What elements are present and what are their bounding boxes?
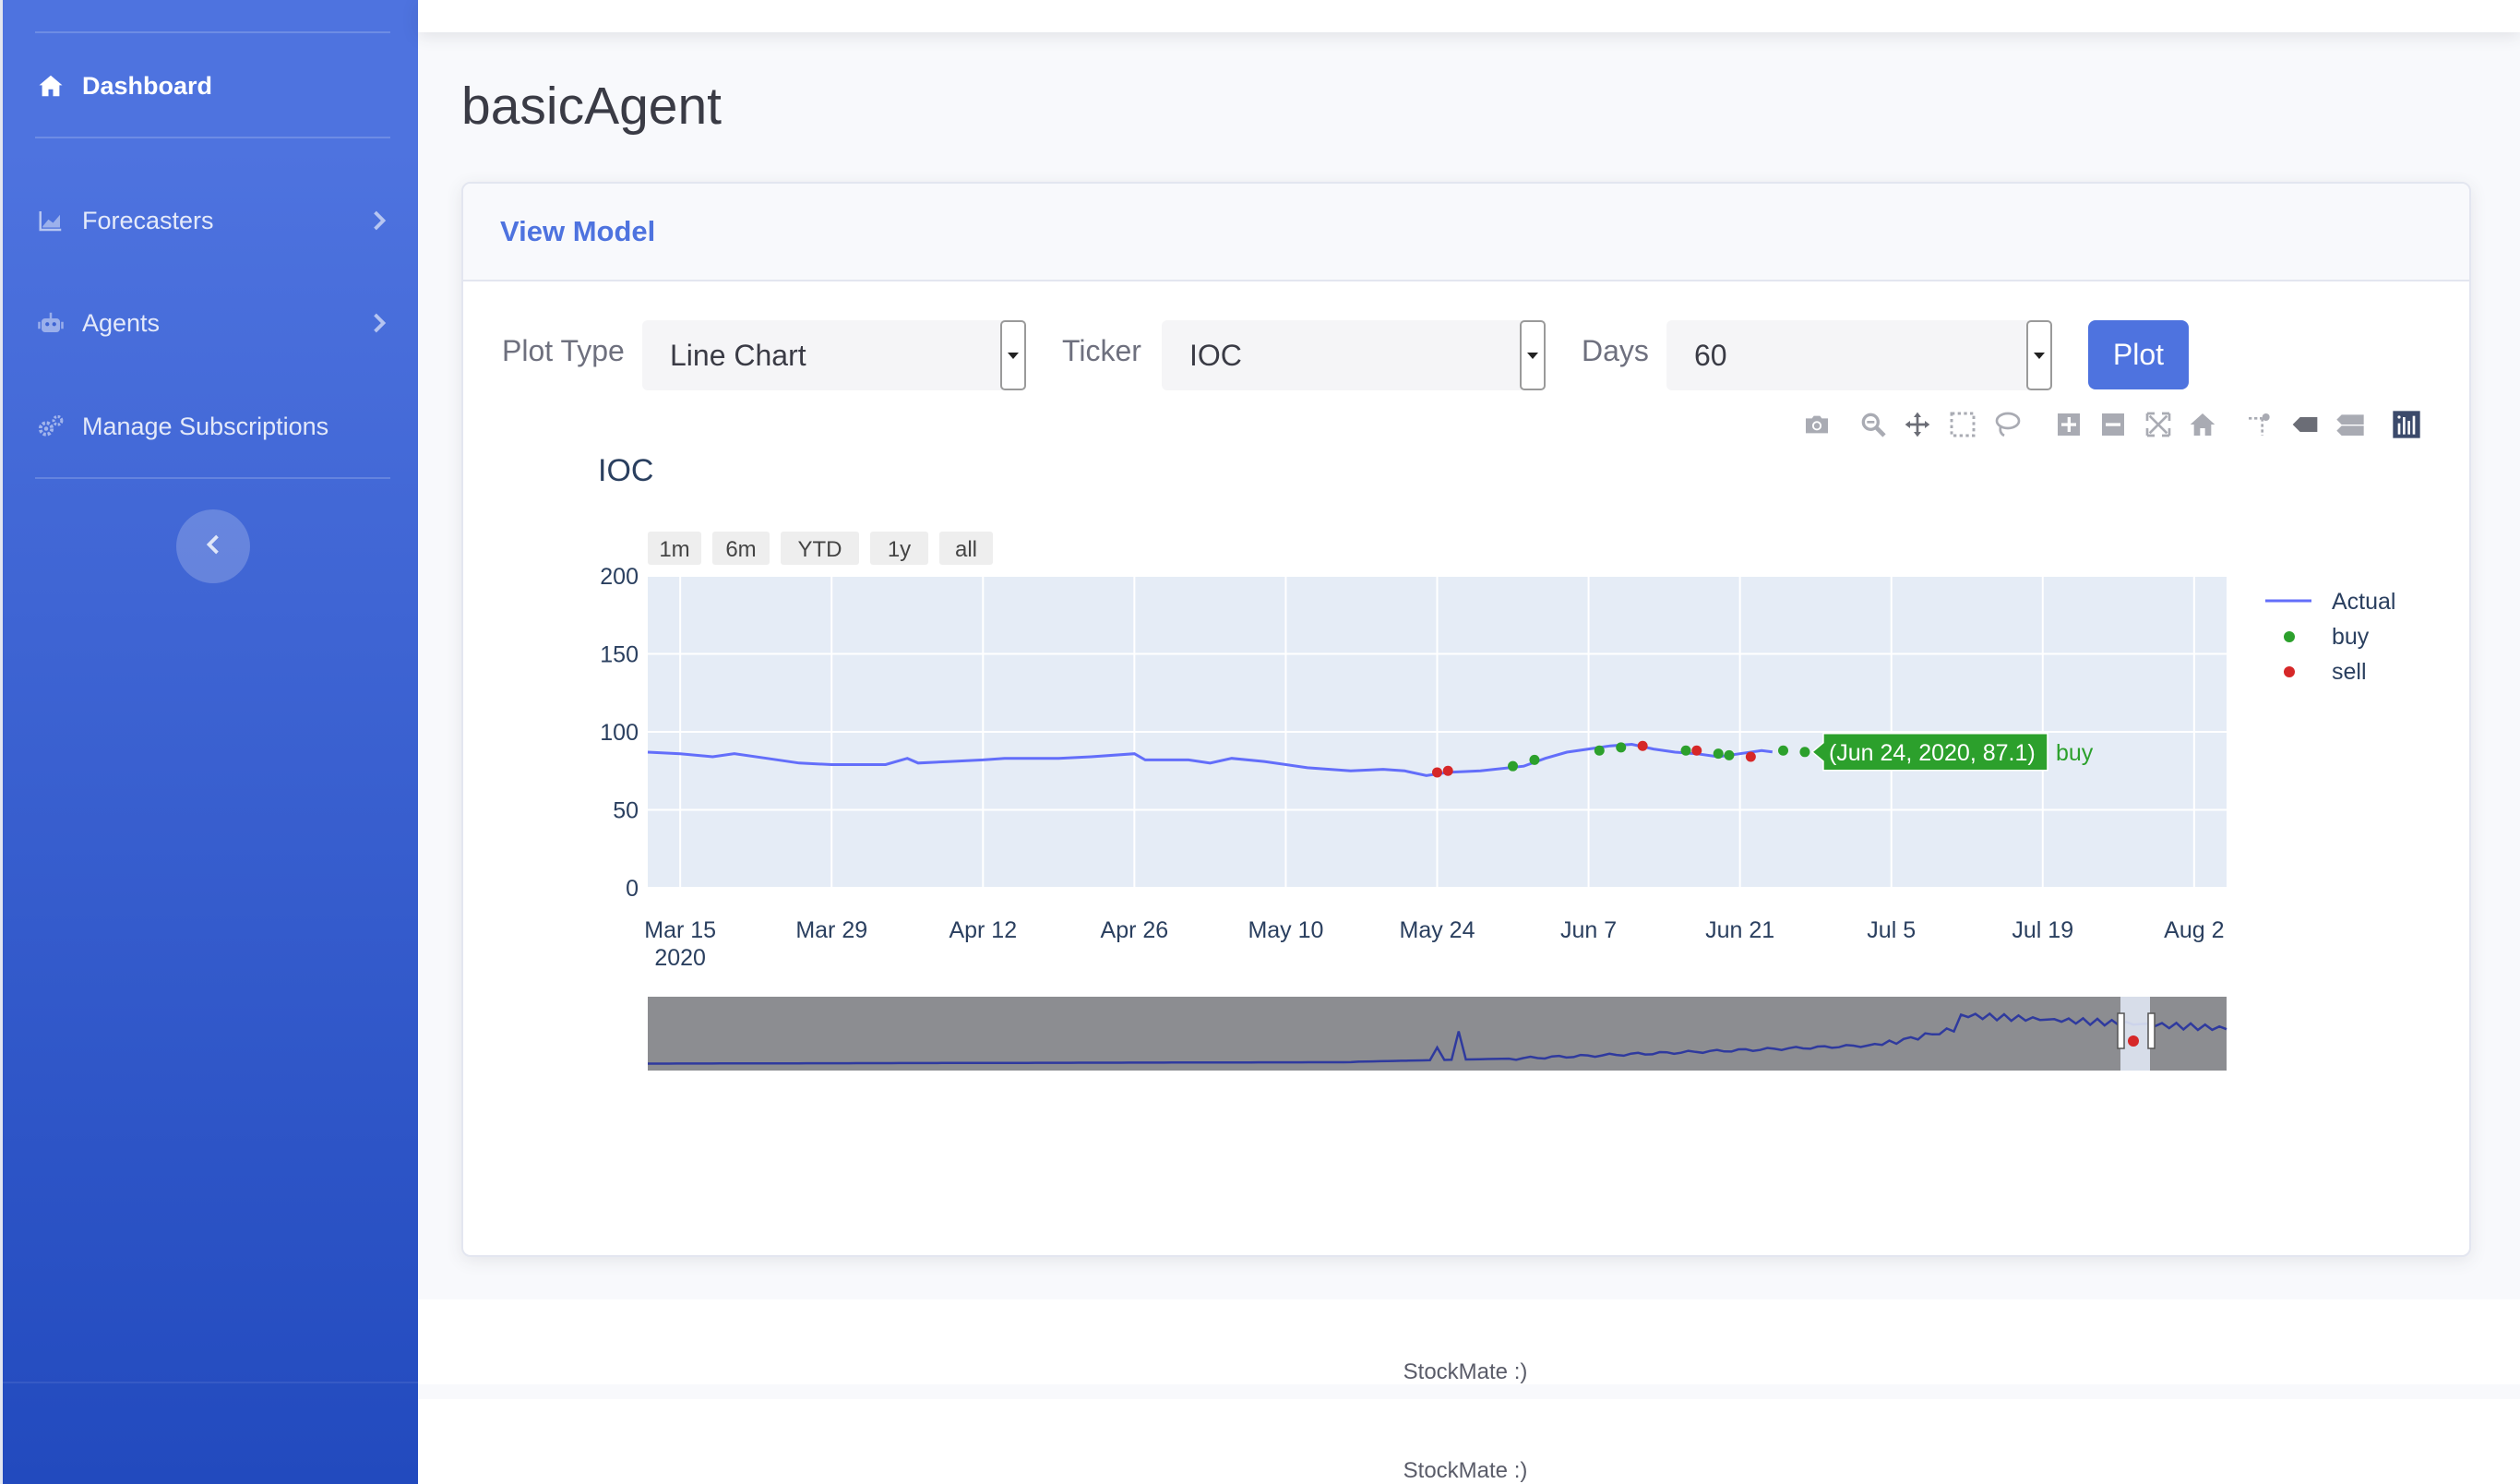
sidebar-item-label: Agents: [82, 308, 161, 337]
x-tick-year-label: 2020: [654, 945, 706, 971]
marker-sell: [1442, 765, 1453, 776]
marker-buy: [1508, 760, 1519, 772]
range-button-1m[interactable]: 1m: [648, 532, 701, 565]
range-slider-window: [2120, 997, 2150, 1071]
legend-label-buy: buy: [2332, 624, 2370, 650]
marker-sell: [1432, 767, 1442, 778]
marker-buy: [1799, 747, 1810, 758]
y-tick-label: 150: [600, 642, 639, 668]
range-slider-handle-left[interactable]: [2117, 1012, 2125, 1049]
range-button-all[interactable]: all: [939, 532, 993, 565]
range-button-label: 1y: [888, 537, 911, 562]
chevron-right-icon: [368, 209, 390, 232]
range-button-1y[interactable]: 1y: [870, 532, 928, 565]
sidebar-divider: [35, 137, 390, 138]
stock-chart[interactable]: IOC 1m 6m YTD 1y all 0 50 100 150 200 Mar 152020 Mar…: [463, 184, 2471, 1257]
x-tick-label: May 10: [1248, 917, 1323, 943]
x-tick-label: May 24: [1400, 917, 1475, 943]
marker-sell: [1691, 745, 1702, 756]
sidebar-item-dashboard[interactable]: Dashboard: [35, 58, 390, 114]
y-tick-label: 100: [600, 720, 639, 746]
sidebar-seam: [3, 1382, 421, 1383]
range-button-label: 1m: [659, 537, 689, 562]
chevron-left-icon: [204, 533, 222, 560]
x-tick-label: Jul 5: [1867, 917, 1916, 943]
x-tick-label: Aug 2: [2164, 917, 2224, 943]
sidebar-item-manage-subscriptions[interactable]: Manage Subscriptions: [35, 399, 390, 454]
chevron-right-icon: [368, 312, 390, 334]
cogs-icon: [35, 411, 66, 442]
marker-sell: [1637, 740, 1648, 751]
x-tick-label: Jun 21: [1705, 917, 1774, 943]
legend-swatch-buy: [2284, 631, 2295, 642]
marker-buy: [1529, 754, 1540, 765]
legend-swatch-sell: [2284, 666, 2295, 677]
sidebar-divider: [35, 31, 390, 33]
sidebar-item-agents[interactable]: Agents: [35, 295, 390, 351]
y-tick-label: 200: [600, 564, 639, 590]
x-tick-label: Apr 12: [949, 917, 1017, 943]
legend-label-actual: Actual: [2332, 589, 2395, 615]
legend: Actual buy sell: [2265, 589, 2395, 685]
hover-text: (Jun 24, 2020, 87.1): [1829, 740, 2036, 766]
sidebar-item-label: Forecasters: [82, 206, 214, 234]
range-button-label: YTD: [798, 537, 842, 562]
marker-sell: [1745, 751, 1756, 762]
marker-buy: [1778, 745, 1789, 756]
robot-icon: [35, 307, 66, 339]
x-tick-label: Jun 7: [1560, 917, 1617, 943]
marker-buy: [1680, 745, 1691, 756]
marker-buy: [1616, 742, 1627, 753]
chart-area-icon: [35, 205, 66, 236]
topbar: [418, 0, 2520, 32]
chart-title: IOC: [598, 453, 653, 488]
range-button-label: all: [955, 537, 977, 562]
range-slider-background: [648, 997, 2227, 1071]
legend-label-sell: sell: [2332, 659, 2367, 685]
marker-buy: [1724, 749, 1735, 760]
x-tick-label: Apr 26: [1101, 917, 1169, 943]
sidebar-toggle-button[interactable]: [176, 509, 250, 583]
page-title: basicAgent: [461, 77, 723, 136]
x-tick-label: Mar 15: [644, 917, 716, 943]
footer-text: StockMate :): [1403, 1458, 1528, 1483]
sidebar-divider: [35, 477, 390, 479]
home-icon: [35, 70, 66, 102]
range-button-6m[interactable]: 6m: [712, 532, 770, 565]
range-button-ytd[interactable]: YTD: [781, 532, 859, 565]
view-model-card: View Model Plot Type Line Chart Ticker I…: [461, 182, 2471, 1257]
hover-series-name: buy: [2056, 740, 2094, 766]
y-tick-label: 0: [626, 876, 639, 902]
marker-buy: [1594, 745, 1605, 756]
footer-text: StockMate :): [1403, 1359, 1528, 1384]
range-slider-marker: [2128, 1035, 2139, 1047]
sidebar-item-label: Manage Subscriptions: [82, 412, 329, 440]
range-slider-handle-right[interactable]: [2147, 1012, 2156, 1049]
sidebar-item-forecasters[interactable]: Forecasters: [35, 193, 390, 248]
x-tick-label: Jul 19: [2012, 917, 2073, 943]
sidebar: Dashboard Forecasters Agents Manage Subs…: [0, 0, 421, 1484]
y-tick-label: 50: [613, 798, 639, 824]
sidebar-item-label: Dashboard: [82, 71, 213, 100]
range-button-label: 6m: [725, 537, 756, 562]
marker-buy: [1713, 748, 1724, 760]
x-tick-label: Mar 29: [795, 917, 867, 943]
